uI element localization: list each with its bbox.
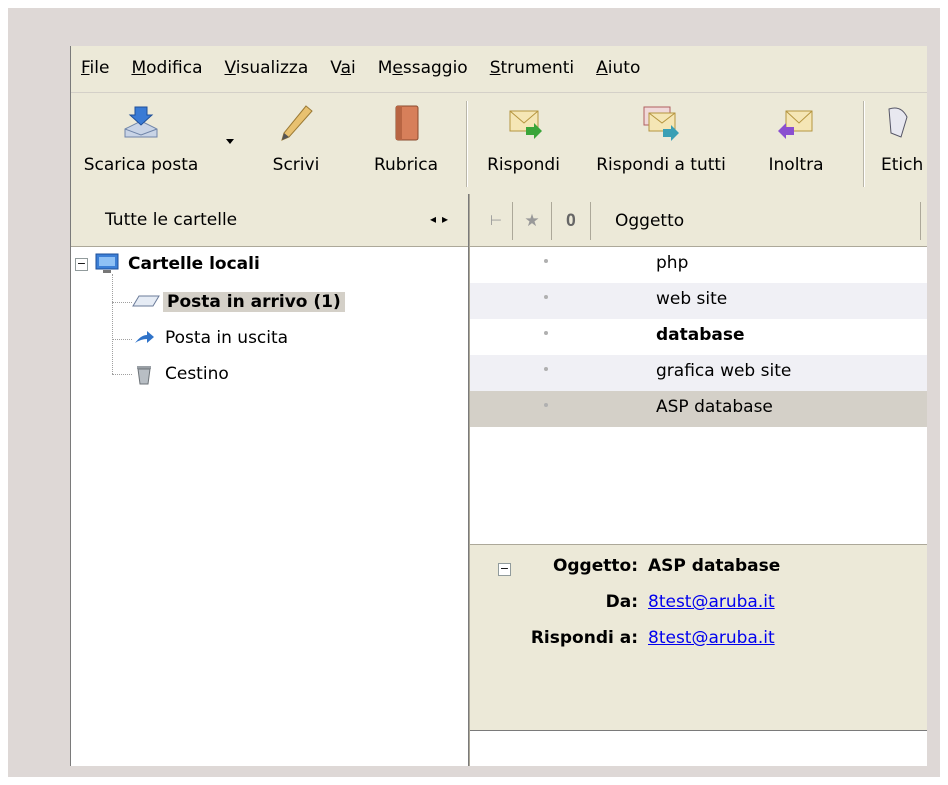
message-subject: web site	[656, 289, 728, 309]
menu-vai[interactable]: Vai	[330, 58, 355, 78]
folder-pane-header: Tutte le cartelle ◂▸	[71, 194, 468, 247]
message-subject: php	[656, 253, 689, 273]
get-mail-dropdown-arrow-icon[interactable]	[226, 139, 234, 144]
computer-icon	[95, 253, 119, 273]
folder-view-switch-arrows-icon[interactable]: ◂▸	[430, 212, 454, 226]
tag-label: Etich	[881, 155, 924, 175]
menu-strumenti[interactable]: Strumenti	[490, 58, 574, 78]
tree-connector	[112, 274, 113, 374]
thread-list-header: ⊢ ★ 𝟎 Oggetto	[470, 194, 927, 247]
menu-bar: File Modifica Visualizza Vai Messaggio S…	[71, 46, 927, 90]
toolbar-separator	[863, 101, 865, 187]
tag-button[interactable]: Etich	[871, 93, 927, 193]
forward-icon	[778, 110, 813, 139]
read-status-dot-icon[interactable]	[544, 367, 548, 371]
header-subject-row: − Oggetto: ASP database	[470, 552, 927, 588]
thread-column-header[interactable]: ⊢	[480, 202, 513, 240]
get-mail-label: Scarica posta	[83, 155, 199, 175]
reply-icon	[509, 110, 542, 139]
subject-header-label: Oggetto	[615, 211, 685, 231]
folder-outbox[interactable]: Posta in uscita	[133, 322, 288, 354]
from-email-link[interactable]: 8test@aruba.it	[648, 592, 775, 612]
tag-icon	[888, 107, 908, 138]
reply-all-label: Rispondi a tutti	[596, 155, 726, 175]
message-subject: ASP database	[656, 397, 773, 417]
read-status-dot-icon[interactable]	[544, 259, 548, 263]
message-body[interactable]	[470, 731, 927, 766]
reply-to-email-link[interactable]: 8test@aruba.it	[648, 628, 775, 648]
menu-aiuto[interactable]: Aiuto	[596, 58, 640, 78]
download-mail-icon	[124, 106, 158, 138]
address-book-icon	[395, 105, 419, 141]
thread-icon: ⊢	[489, 213, 503, 229]
tree-connector	[112, 339, 132, 340]
message-header: − Oggetto: ASP database Da: 8test@aruba.…	[470, 552, 927, 731]
folder-label: Cartelle locali	[128, 254, 260, 274]
subject-value: ASP database	[648, 556, 781, 576]
paperclip-icon: 𝟎	[566, 211, 576, 231]
message-subject: grafica web site	[656, 361, 792, 381]
toolbar: Scarica posta Scrivi Rubrica Rispondi Ri…	[71, 92, 927, 193]
thread-list: php web site database grafica web site A…	[470, 247, 927, 543]
pencil-icon	[281, 105, 313, 141]
menu-modifica[interactable]: Modifica	[131, 58, 202, 78]
collapse-header-icon[interactable]: −	[498, 563, 511, 576]
message-subject: database	[656, 325, 745, 345]
forward-label: Inoltra	[768, 155, 824, 175]
address-book-button[interactable]: Rubrica	[361, 93, 451, 193]
send-arrow-icon	[135, 331, 154, 343]
tree-connector	[112, 302, 132, 303]
from-label: Da:	[605, 592, 638, 612]
folder-label: Posta in uscita	[165, 328, 289, 348]
read-status-dot-icon[interactable]	[544, 295, 548, 299]
read-status-dot-icon[interactable]	[544, 331, 548, 335]
mail-client-window: File Modifica Visualizza Vai Messaggio S…	[70, 46, 927, 766]
read-status-dot-icon[interactable]	[544, 403, 548, 407]
menu-visualizza[interactable]: Visualizza	[225, 58, 309, 78]
message-row[interactable]: web site	[470, 283, 927, 319]
forward-button[interactable]: Inoltra	[751, 93, 841, 193]
reply-all-icon	[643, 106, 679, 141]
header-from-row: Da: 8test@aruba.it	[470, 588, 927, 624]
reply-to-label: Rispondi a:	[530, 628, 638, 648]
subject-label: Oggetto:	[552, 556, 638, 576]
header-reply-to-row: Rispondi a: 8test@aruba.it	[470, 624, 927, 660]
collapse-icon[interactable]: −	[75, 257, 88, 271]
menu-messaggio[interactable]: Messaggio	[378, 58, 468, 78]
toolbar-separator	[466, 101, 468, 187]
folder-local-folders[interactable]: − Cartelle locali	[75, 248, 260, 280]
subject-column-header[interactable]: Oggetto	[591, 202, 921, 240]
write-button[interactable]: Scrivi	[256, 93, 336, 193]
get-mail-button[interactable]: Scarica posta	[71, 93, 211, 193]
folder-trash[interactable]: Cestino	[135, 358, 229, 390]
write-label: Scrivi	[272, 155, 320, 175]
message-pane: ⊢ ★ 𝟎 Oggetto php web site database graf…	[469, 194, 927, 766]
message-row[interactable]: grafica web site	[470, 355, 927, 391]
attachment-column-header[interactable]: 𝟎	[552, 202, 591, 240]
message-row-selected[interactable]: ASP database	[470, 391, 927, 427]
menu-file[interactable]: File	[81, 58, 109, 78]
message-row[interactable]: database	[470, 319, 927, 355]
address-book-label: Rubrica	[373, 155, 439, 175]
message-row[interactable]: php	[470, 247, 927, 283]
inbox-tray-icon	[132, 295, 160, 307]
folder-label: Posta in arrivo (1)	[163, 292, 345, 312]
folder-view-title: Tutte le cartelle	[105, 210, 238, 230]
tree-connector	[112, 374, 132, 375]
trash-can-icon	[137, 366, 151, 385]
star-column-header[interactable]: ★	[513, 202, 552, 240]
star-icon: ★	[524, 211, 540, 231]
reply-all-button[interactable]: Rispondi a tutti	[581, 93, 741, 193]
reply-label: Rispondi	[487, 155, 560, 175]
folder-pane: Tutte le cartelle ◂▸ − Cartelle locali P…	[71, 194, 469, 766]
screenshot-frame: File Modifica Visualizza Vai Messaggio S…	[8, 8, 940, 777]
reply-button[interactable]: Rispondi	[476, 93, 571, 193]
folder-inbox[interactable]: Posta in arrivo (1)	[131, 286, 345, 318]
folder-label: Cestino	[165, 364, 229, 384]
